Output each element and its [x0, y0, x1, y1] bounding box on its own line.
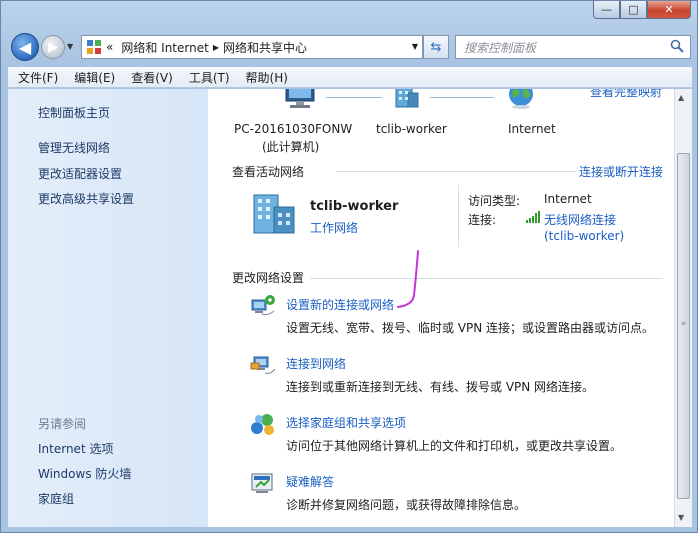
sidebar-item-windows-firewall[interactable]: Windows 防火墙 — [38, 465, 131, 482]
see-also-heading: 另请参阅 — [38, 417, 87, 431]
active-network-name: tclib-worker — [310, 199, 399, 214]
map-node-this-pc-label: PC-20161030FONW — [234, 122, 353, 136]
scrollbar-grip-icon: ≡ — [681, 320, 687, 327]
connect-to-network-icon — [250, 356, 276, 374]
divider — [336, 171, 576, 172]
setup-connection-description: 设置无线、宽带、拨号、临时或 VPN 连接；或设置路由器或访问点。 — [286, 321, 655, 335]
content-scrollbar[interactable]: ▲ ≡ ▼ — [674, 89, 692, 527]
menu-view[interactable]: 查看(V) — [121, 69, 179, 86]
scroll-up-icon[interactable]: ▲ — [678, 93, 684, 102]
forward-button[interactable]: ▶ — [41, 35, 65, 59]
breadcrumb-separator-icon[interactable]: ▶ — [213, 43, 219, 52]
search-placeholder: 搜索控制面板 — [464, 40, 537, 55]
sidebar-item-control-panel-home[interactable]: 控制面板主页 — [38, 104, 110, 121]
sidebar-item-homegroup[interactable]: 家庭组 — [38, 490, 74, 507]
sidebar-item-advanced-sharing[interactable]: 更改高级共享设置 — [38, 190, 134, 207]
work-network-icon — [253, 194, 295, 234]
search-input[interactable]: 搜索控制面板 — [455, 35, 691, 59]
sidebar-item-adapter-settings[interactable]: 更改适配器设置 — [38, 165, 122, 182]
control-panel-window: — □ ✕ ◀ ▶ ▼ « 网络和 Internet ▶ 网络和共享中心 ▼ ⇆… — [0, 0, 698, 533]
back-button[interactable]: ◀ — [11, 33, 39, 61]
close-button[interactable]: ✕ — [647, 1, 691, 19]
full-map-link[interactable]: 查看完整映射 — [590, 89, 662, 100]
scrollbar-thumb[interactable]: ≡ — [677, 153, 690, 499]
navigation-bar: ◀ ▶ ▼ « 网络和 Internet ▶ 网络和共享中心 ▼ ⇆ 搜索控制面… — [9, 32, 691, 62]
wifi-signal-icon — [526, 211, 540, 223]
access-type-label: 访问类型: — [468, 194, 521, 208]
search-icon[interactable] — [670, 39, 684, 53]
annotation-stroke — [397, 250, 419, 308]
setup-connection-link[interactable]: 设置新的连接或网络 — [286, 296, 394, 313]
homegroup-sharing-icon — [251, 414, 274, 435]
internet-globe-icon — [509, 89, 533, 109]
back-arrow-icon: ◀ — [18, 37, 32, 57]
wireless-ssid-link[interactable]: (tclib-worker) — [544, 229, 624, 243]
history-dropdown-icon[interactable]: ▼ — [67, 42, 73, 51]
control-panel-icon — [87, 40, 101, 54]
divider — [458, 185, 459, 247]
network-type-link[interactable]: 工作网络 — [310, 219, 358, 236]
menu-bar: 文件(F) 编辑(E) 查看(V) 工具(T) 帮助(H) — [8, 67, 692, 88]
menu-file[interactable]: 文件(F) — [8, 69, 64, 86]
sidebar-item-internet-options[interactable]: Internet 选项 — [38, 440, 113, 457]
refresh-icon: ⇆ — [430, 39, 442, 55]
main-content: 查看完整映射 PC-20161030FONW (此计算机) tclib-work… — [208, 89, 674, 527]
setup-connection-icon — [251, 295, 275, 316]
computer-icon — [285, 89, 315, 108]
connection-label: 连接: — [468, 213, 497, 227]
breadcrumb-network-sharing-center[interactable]: 网络和共享中心 — [223, 39, 307, 56]
menu-help[interactable]: 帮助(H) — [236, 69, 294, 86]
breadcrumb-network-internet[interactable]: 网络和 Internet — [121, 39, 208, 56]
map-node-network-label: tclib-worker — [376, 122, 447, 136]
map-connector — [326, 97, 382, 98]
minimize-button[interactable]: — — [593, 1, 620, 19]
connect-disconnect-link[interactable]: 连接或断开连接 — [579, 163, 663, 180]
troubleshoot-icon — [251, 473, 273, 493]
address-prefix[interactable]: « — [106, 40, 113, 54]
sidebar-item-manage-wireless[interactable]: 管理无线网络 — [38, 139, 110, 156]
active-networks-heading: 查看活动网络 — [232, 165, 305, 179]
refresh-button[interactable]: ⇆ — [423, 35, 449, 59]
map-connector — [430, 97, 494, 98]
map-node-this-pc-sublabel: (此计算机) — [262, 140, 320, 154]
troubleshoot-description: 诊断并修复网络问题，或获得故障排除信息。 — [286, 498, 527, 512]
scroll-down-icon[interactable]: ▼ — [678, 513, 684, 522]
forward-arrow-icon: ▶ — [48, 39, 58, 55]
sidebar: 控制面板主页 管理无线网络 更改适配器设置 更改高级共享设置 另请参阅 Inte… — [8, 89, 208, 527]
homegroup-sharing-description: 访问位于其他网络计算机上的文件和打印机，或更改共享设置。 — [286, 439, 623, 453]
troubleshoot-link[interactable]: 疑难解答 — [286, 473, 334, 490]
caption-buttons: — □ ✕ — [593, 1, 691, 19]
change-settings-heading: 更改网络设置 — [232, 271, 305, 285]
menu-tools[interactable]: 工具(T) — [179, 69, 236, 86]
address-dropdown-icon[interactable]: ▼ — [412, 42, 418, 51]
maximize-button[interactable]: □ — [620, 1, 647, 19]
access-type-value: Internet — [544, 192, 592, 206]
connect-to-network-link[interactable]: 连接到网络 — [286, 355, 346, 372]
connect-to-network-description: 连接到或重新连接到无线、有线、拨号或 VPN 网络连接。 — [286, 380, 595, 394]
network-building-icon — [395, 89, 419, 108]
address-bar[interactable]: « 网络和 Internet ▶ 网络和共享中心 ▼ — [81, 35, 423, 59]
homegroup-sharing-link[interactable]: 选择家庭组和共享选项 — [286, 414, 406, 431]
map-node-internet-label: Internet — [508, 122, 556, 136]
divider — [310, 278, 663, 279]
menu-edit[interactable]: 编辑(E) — [64, 69, 121, 86]
wireless-connection-link[interactable]: 无线网络连接 — [544, 211, 616, 228]
